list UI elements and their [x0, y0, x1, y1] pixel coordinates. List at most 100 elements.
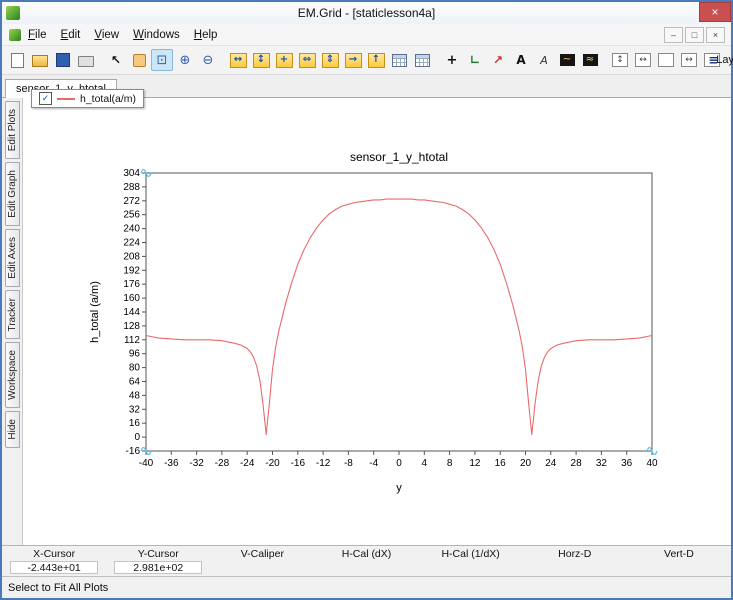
- mdi-restore-button[interactable]: □: [685, 27, 704, 43]
- svg-text:256: 256: [123, 210, 140, 221]
- status-text: Select to Fit All Plots: [8, 582, 108, 594]
- readout-header: Vert-D: [664, 548, 694, 560]
- legend-checkbox[interactable]: ✓: [39, 92, 52, 105]
- sidebar-tab-edit-plots[interactable]: Edit Plots: [5, 101, 20, 159]
- width-icon: ↔: [681, 53, 697, 67]
- svg-text:-20: -20: [265, 458, 280, 469]
- open-file-icon[interactable]: [29, 49, 51, 71]
- fit-width-icon[interactable]: ↔: [227, 49, 249, 71]
- menu-view[interactable]: View: [87, 27, 126, 43]
- sidebar-tab-edit-axes[interactable]: Edit Axes: [5, 229, 20, 287]
- readout-header: Horz-D: [558, 548, 591, 560]
- text-tool-icon: A: [513, 52, 529, 68]
- slope-tool-icon: ↗: [490, 52, 506, 68]
- svg-text:96: 96: [129, 349, 141, 360]
- legend-line-sample: [57, 98, 75, 100]
- fit-width-icon: ↔: [230, 53, 247, 68]
- readout-header: H-Cal (1/dX): [441, 548, 499, 560]
- svg-text:304: 304: [123, 168, 140, 179]
- text-tool-icon[interactable]: A: [510, 49, 532, 71]
- fit-height-icon[interactable]: ↕: [250, 49, 272, 71]
- mdi-close-button[interactable]: ×: [706, 27, 725, 43]
- zoom-in-icon[interactable]: ⊕: [174, 49, 196, 71]
- data-table2-icon[interactable]: [411, 49, 433, 71]
- svg-text:40: 40: [646, 458, 658, 469]
- print-icon: [78, 56, 94, 67]
- pan-hand-icon: [133, 54, 146, 67]
- axes-tool-icon[interactable]: ∟: [464, 49, 486, 71]
- readout-value: [426, 561, 514, 574]
- data-table-icon: [392, 54, 407, 67]
- chart[interactable]: -40-36-32-28-24-20-16-12-8-4048121620242…: [84, 145, 674, 502]
- expand-x-icon[interactable]: ⇔: [296, 49, 318, 71]
- svg-text:16: 16: [129, 418, 141, 429]
- svg-text:24: 24: [545, 458, 557, 469]
- new-file-icon: [11, 53, 24, 68]
- readout-value: [322, 561, 410, 574]
- expand-y-icon: ⇕: [322, 53, 339, 68]
- spectrum-icon: ≈: [583, 54, 598, 66]
- menu-windows[interactable]: Windows: [126, 27, 187, 43]
- svg-text:-28: -28: [215, 458, 230, 469]
- svg-text:160: 160: [123, 293, 140, 304]
- select-pointer-icon[interactable]: ↖: [105, 49, 127, 71]
- menu-file[interactable]: File: [21, 27, 54, 43]
- spectrum-icon[interactable]: ≈: [579, 49, 601, 71]
- width-icon[interactable]: ↔: [678, 49, 700, 71]
- window-close-button[interactable]: ×: [699, 2, 731, 22]
- horizontal-spacing-icon[interactable]: ↔: [632, 49, 654, 71]
- svg-text:64: 64: [129, 377, 141, 388]
- print-icon[interactable]: [75, 49, 97, 71]
- zoom-out-icon: ⊖: [200, 52, 216, 68]
- sidebar-tab-tracker[interactable]: Tracker: [5, 290, 20, 340]
- sidebar-tab-workspace[interactable]: Workspace: [5, 342, 20, 408]
- menu-edit[interactable]: Edit: [54, 27, 88, 43]
- svg-text:80: 80: [129, 363, 141, 374]
- new-file-icon[interactable]: [6, 49, 28, 71]
- zoom-out-icon[interactable]: ⊖: [197, 49, 219, 71]
- save-icon[interactable]: [52, 49, 74, 71]
- save-icon: [56, 53, 70, 67]
- zoom-window-icon[interactable]: ⊡: [151, 49, 173, 71]
- svg-text:176: 176: [123, 279, 140, 290]
- waveform-icon[interactable]: ~: [556, 49, 578, 71]
- svg-text:-12: -12: [316, 458, 331, 469]
- pan-y-icon[interactable]: ↑: [365, 49, 387, 71]
- readout-col-v-caliper: V-Caliper: [210, 546, 314, 576]
- frame-icon[interactable]: [655, 49, 677, 71]
- svg-text:240: 240: [123, 224, 140, 235]
- fit-all-icon[interactable]: +: [273, 49, 295, 71]
- svg-text:208: 208: [123, 251, 140, 262]
- readout-header: Y-Cursor: [138, 548, 179, 560]
- svg-text:y: y: [396, 482, 402, 494]
- readout-col-y-cursor: Y-Cursor2.981e+02: [106, 546, 210, 576]
- pan-hand-icon[interactable]: [128, 49, 150, 71]
- svg-text:112: 112: [124, 335, 140, 346]
- mdi-minimize-button[interactable]: –: [664, 27, 683, 43]
- sidebar-tab-edit-graph[interactable]: Edit Graph: [5, 162, 20, 226]
- svg-text:0: 0: [396, 458, 402, 469]
- sidebar-tab-label: Tracker: [7, 298, 18, 332]
- sidebar-tab-hide[interactable]: Hide: [5, 411, 20, 448]
- data-table-icon[interactable]: [388, 49, 410, 71]
- child-window-icon: [9, 29, 21, 41]
- expand-y-icon[interactable]: ⇕: [319, 49, 341, 71]
- chart-svg[interactable]: -40-36-32-28-24-20-16-12-8-4048121620242…: [84, 145, 674, 497]
- menu-bar-items: FileEditViewWindowsHelp: [21, 27, 224, 43]
- vertical-spacing-icon[interactable]: ↕: [609, 49, 631, 71]
- readout-value: [635, 561, 723, 574]
- plot-canvas[interactable]: ✓ h_total(a/m) -40-36-32-28-24-20-16-12-…: [23, 98, 731, 545]
- svg-text:36: 36: [621, 458, 633, 469]
- annotation-tool-icon[interactable]: A: [533, 49, 555, 71]
- add-plot-icon[interactable]: +: [441, 49, 463, 71]
- svg-text:32: 32: [596, 458, 608, 469]
- layout-dropdown-button[interactable]: ≡Layout▾: [724, 49, 733, 71]
- menu-help[interactable]: Help: [187, 27, 225, 43]
- svg-text:144: 144: [123, 307, 140, 318]
- pan-x-icon[interactable]: →: [342, 49, 364, 71]
- slope-tool-icon[interactable]: ↗: [487, 49, 509, 71]
- svg-text:28: 28: [571, 458, 583, 469]
- readout-value: -2.443e+01: [10, 561, 98, 574]
- readout-col-h-cal-1-dx-: H-Cal (1/dX): [419, 546, 523, 576]
- pan-x-icon: →: [345, 53, 362, 68]
